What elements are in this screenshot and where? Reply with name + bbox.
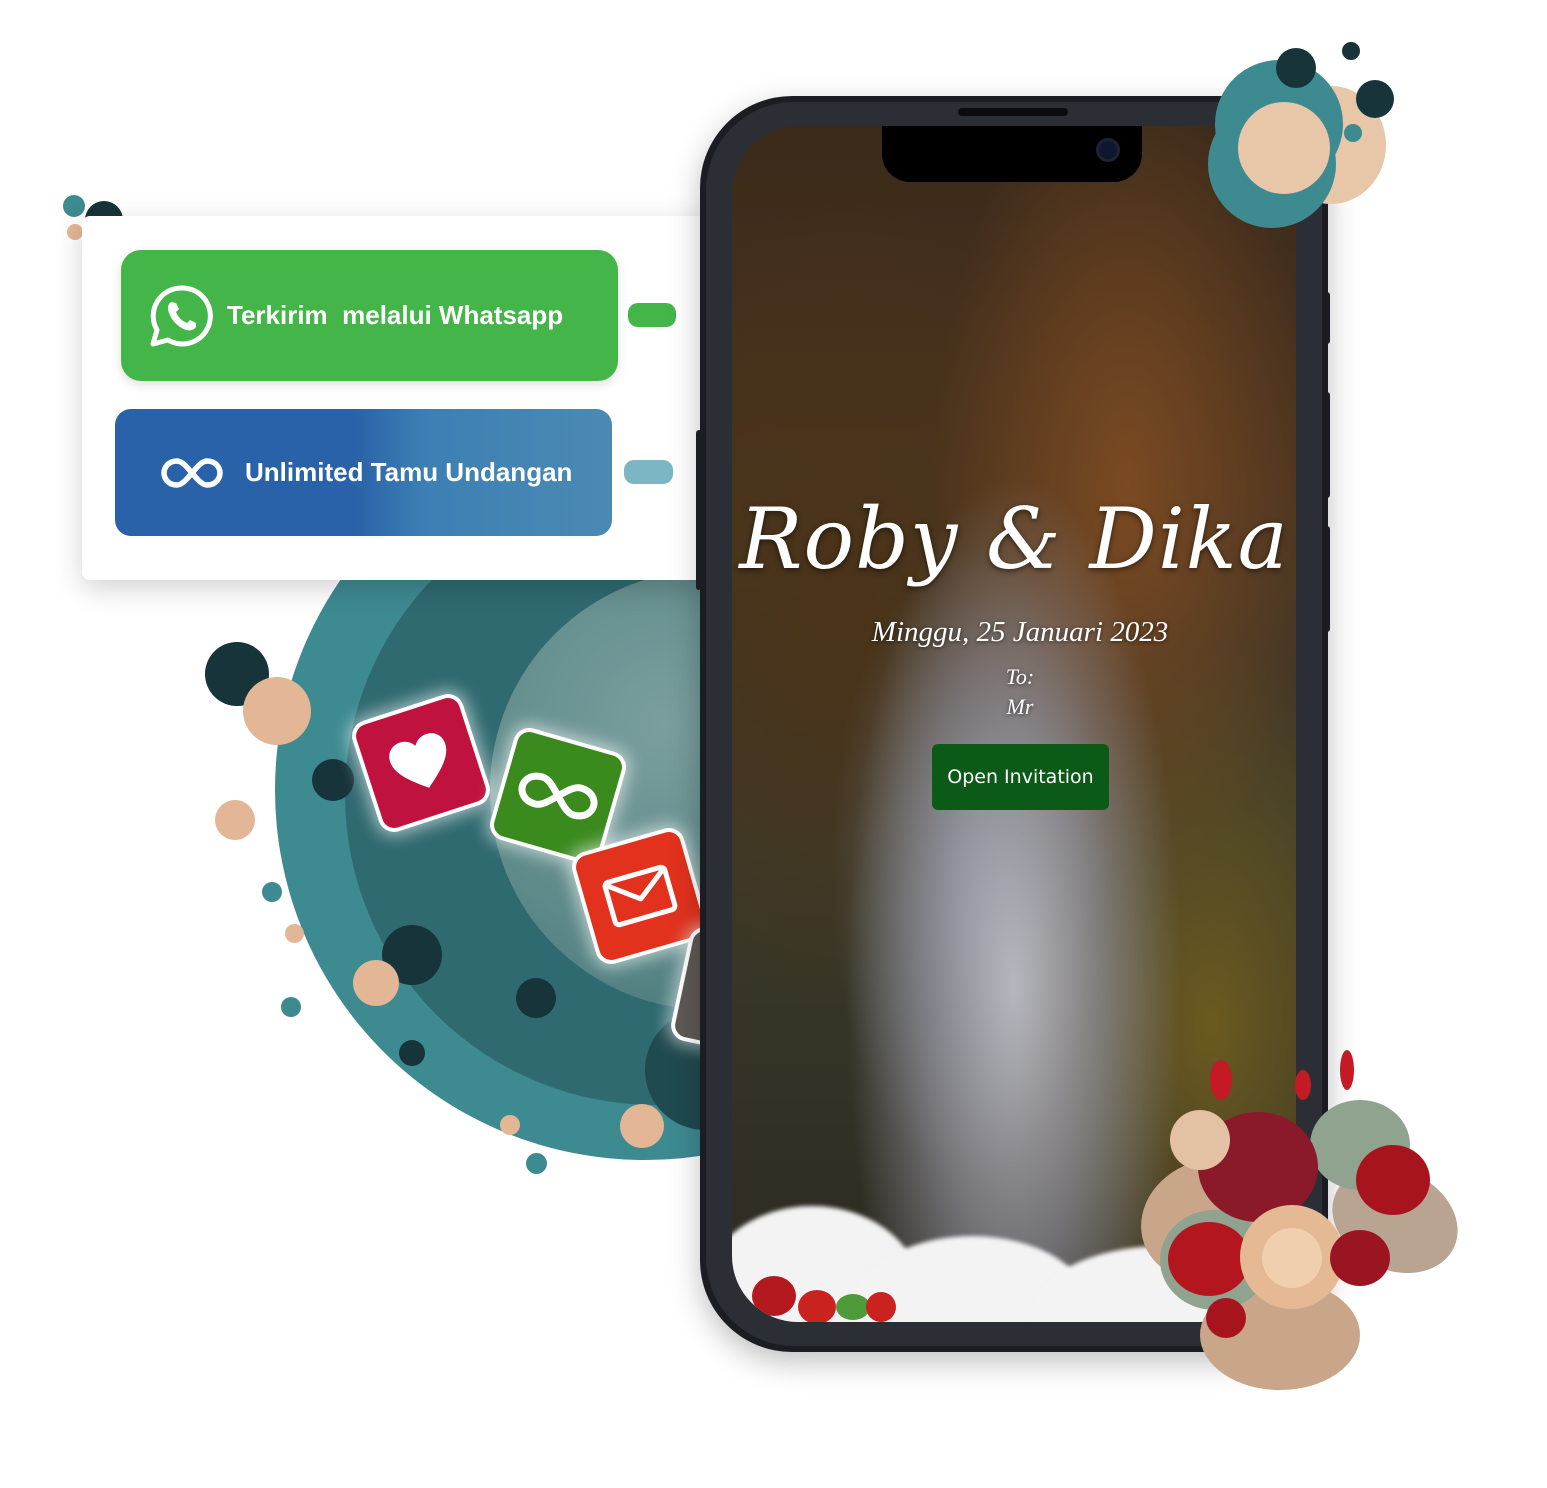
- rose-decor: [752, 1276, 796, 1316]
- unlimited-side-tag: [624, 460, 673, 484]
- whatsapp-icon: [150, 284, 213, 346]
- infinity-icon: [161, 457, 223, 488]
- rose-decor: [866, 1292, 896, 1322]
- to-label: To:: [1005, 664, 1035, 689]
- heart-icon: [389, 733, 447, 788]
- infinity-icon: [518, 772, 598, 820]
- unlimited-feature-label: Unlimited Tamu Undangan: [245, 457, 573, 487]
- rose-decor: [836, 1294, 870, 1320]
- mail-icon: [602, 864, 678, 928]
- phone-speaker: [958, 108, 1068, 116]
- phone-side-button: [1324, 392, 1330, 498]
- phone-camera: [1096, 138, 1120, 162]
- whatsapp-feature-badge: Terkirim melalui Whatsapp: [121, 250, 618, 381]
- rose-decor: [798, 1290, 836, 1322]
- phone-side-button: [696, 430, 702, 590]
- open-invitation-button[interactable]: Open Invitation: [932, 744, 1109, 810]
- whatsapp-feature-label: Terkirim melalui Whatsapp: [227, 300, 564, 330]
- phone-side-button: [1324, 526, 1330, 632]
- phone-side-button: [1324, 292, 1330, 344]
- couple-names: Roby & Dika: [739, 490, 1289, 588]
- unlimited-feature-badge: Unlimited Tamu Undangan: [115, 409, 612, 536]
- guest-name: Mr: [1006, 694, 1034, 719]
- whatsapp-side-tag: [628, 303, 676, 327]
- wedding-date: Minggu, 25 Januari 2023: [871, 616, 1169, 648]
